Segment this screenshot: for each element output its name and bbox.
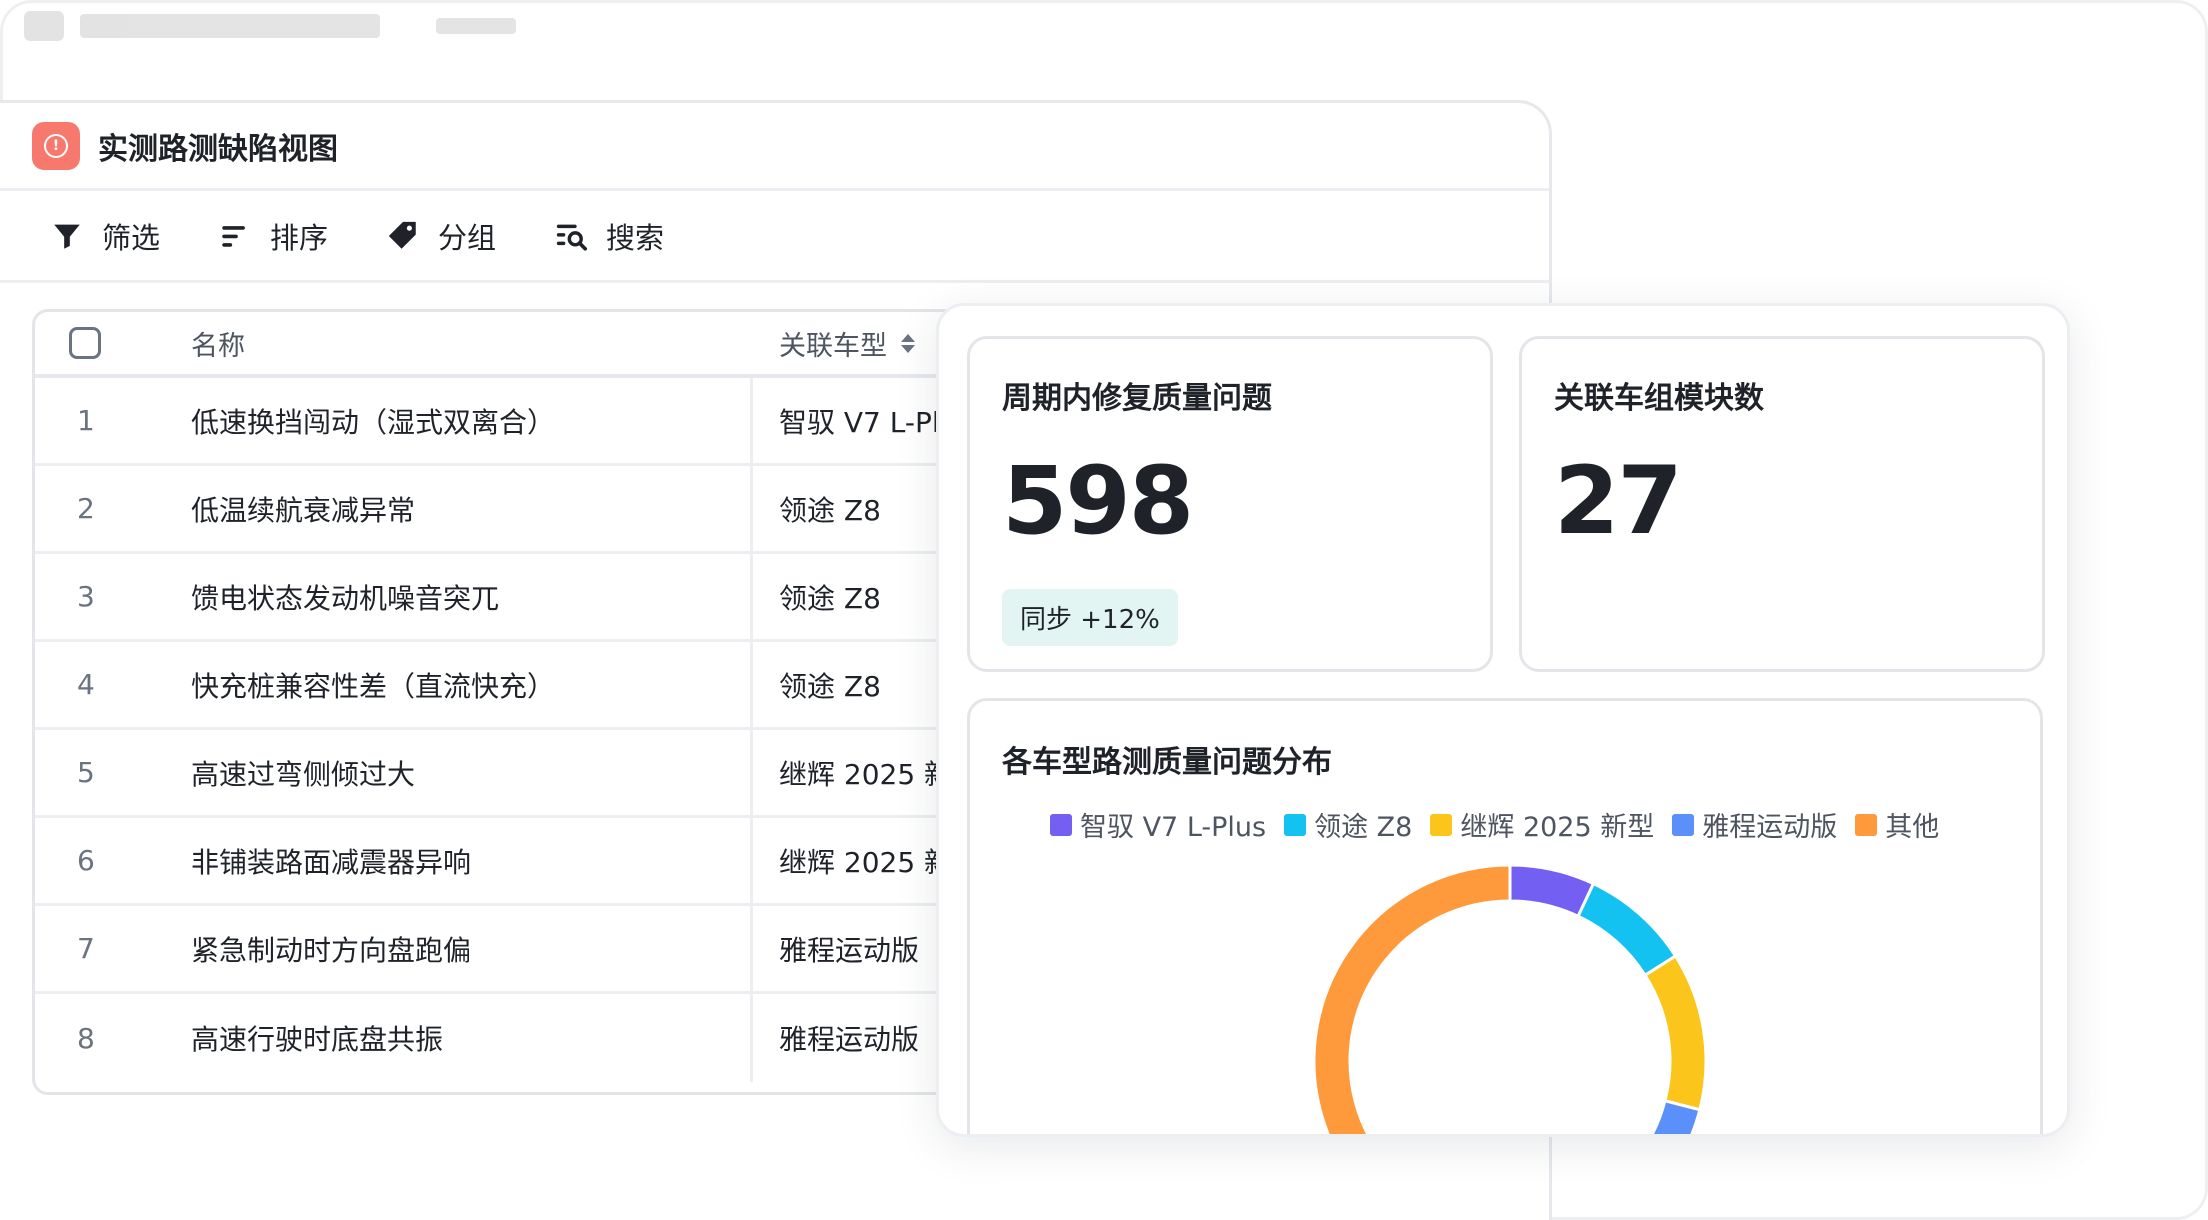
row-index: 6: [77, 844, 95, 877]
filter-icon: [54, 224, 80, 249]
row-index: 2: [77, 492, 95, 525]
sort-lines-icon: [222, 225, 245, 247]
chart-card: 各车型路测质量问题分布 智驭 V7 L-Plus 领途 Z8 继辉 2025 新型 雅…: [967, 698, 2043, 1137]
legend-label: 雅程运动版: [1702, 812, 1838, 843]
row-name[interactable]: 紧急制动时方向盘跑偏: [155, 906, 753, 991]
row-name[interactable]: 低速换挡闯动（湿式双离合）: [155, 378, 753, 463]
toolbar: 筛选 排序 分组 搜索: [0, 191, 1549, 283]
trend-badge: 同步 +12%: [1002, 589, 1178, 646]
search-label: 搜索: [606, 220, 665, 255]
legend-label: 领途 Z8: [1314, 812, 1413, 843]
faded-title-placeholder: [80, 14, 380, 38]
header-checkbox-cell: [35, 327, 155, 359]
legend-swatch: [1284, 813, 1307, 836]
legend-swatch: [1855, 813, 1878, 836]
row-index: 8: [77, 1021, 95, 1055]
faded-subtitle-placeholder: [436, 18, 516, 34]
alert-app-icon: !: [32, 121, 80, 170]
filter-label: 筛选: [102, 220, 161, 255]
row-index: 7: [77, 932, 95, 965]
sort-caret-icon[interactable]: [901, 333, 915, 353]
row-name[interactable]: 高速行驶时底盘共振: [155, 994, 753, 1082]
row-name[interactable]: 非铺装路面减震器异响: [155, 818, 753, 903]
legend-item[interactable]: 雅程运动版: [1672, 805, 1837, 844]
group-button[interactable]: 分组: [386, 215, 496, 257]
search-list-icon: [556, 224, 588, 251]
row-name[interactable]: 低温续航衰减异常: [155, 466, 753, 551]
header-name[interactable]: 名称: [155, 324, 753, 363]
legend-item[interactable]: 继辉 2025 新型: [1430, 805, 1654, 844]
donut-slice[interactable]: [1596, 1098, 1702, 1137]
row-name[interactable]: 高速过弯侧倾过大: [155, 730, 753, 815]
window-header: ! 实测路测缺陷视图: [0, 103, 1549, 191]
legend-swatch: [1430, 813, 1453, 836]
row-index: 4: [77, 668, 95, 701]
sort-button[interactable]: 排序: [218, 215, 328, 257]
alert-icon: !: [44, 133, 68, 158]
row-name[interactable]: 馈电状态发动机噪音突兀: [155, 554, 753, 639]
row-index: 5: [77, 756, 95, 789]
page-title: 实测路测缺陷视图: [98, 131, 338, 167]
legend-swatch: [1050, 813, 1072, 836]
metric-card-modules[interactable]: 关联车组模块数 27: [1519, 336, 2045, 672]
search-button[interactable]: 搜索: [554, 215, 664, 257]
legend-label: 其他: [1885, 812, 1940, 843]
metric-card-fixed-issues[interactable]: 周期内修复质量问题 598 同步 +12%: [967, 336, 1493, 672]
chart-legend: 智驭 V7 L-Plus 领途 Z8 继辉 2025 新型 雅程运动版 其他: [1050, 805, 1939, 844]
chart-title: 各车型路测质量问题分布: [1002, 745, 1332, 780]
group-label: 分组: [438, 220, 497, 255]
legend-item[interactable]: 其他: [1855, 805, 1939, 844]
header-model-label: 关联车型: [779, 330, 887, 362]
row-index: 3: [77, 580, 95, 613]
faded-logo: [24, 11, 64, 41]
legend-swatch: [1672, 813, 1695, 836]
metric-label: 周期内修复质量问题: [1002, 381, 1272, 416]
metric-value: 598: [1002, 447, 1194, 556]
donut-slice[interactable]: [1576, 881, 1678, 978]
select-all-checkbox[interactable]: [69, 327, 101, 359]
filter-button[interactable]: 筛选: [50, 215, 160, 257]
legend-item[interactable]: 领途 Z8: [1284, 805, 1412, 844]
tag-icon: [388, 221, 416, 249]
legend-label: 智驭 V7 L-Plus: [1080, 812, 1267, 843]
row-index: 1: [77, 404, 95, 437]
legend-item[interactable]: 智驭 V7 L-Plus: [1050, 805, 1266, 844]
legend-label: 继辉 2025 新型: [1460, 812, 1655, 843]
donut-chart: [1312, 863, 1708, 1137]
dashboard-panel: 周期内修复质量问题 598 同步 +12% 关联车组模块数 27 各车型路测质量…: [936, 303, 2070, 1137]
faded-top-bar: [24, 6, 516, 46]
donut-slice[interactable]: [1643, 953, 1708, 1112]
metric-label: 关联车组模块数: [1554, 381, 1764, 416]
metric-value: 27: [1554, 447, 1683, 556]
sort-label: 排序: [270, 220, 329, 255]
row-name[interactable]: 快充桩兼容性差（直流快充）: [155, 642, 753, 727]
